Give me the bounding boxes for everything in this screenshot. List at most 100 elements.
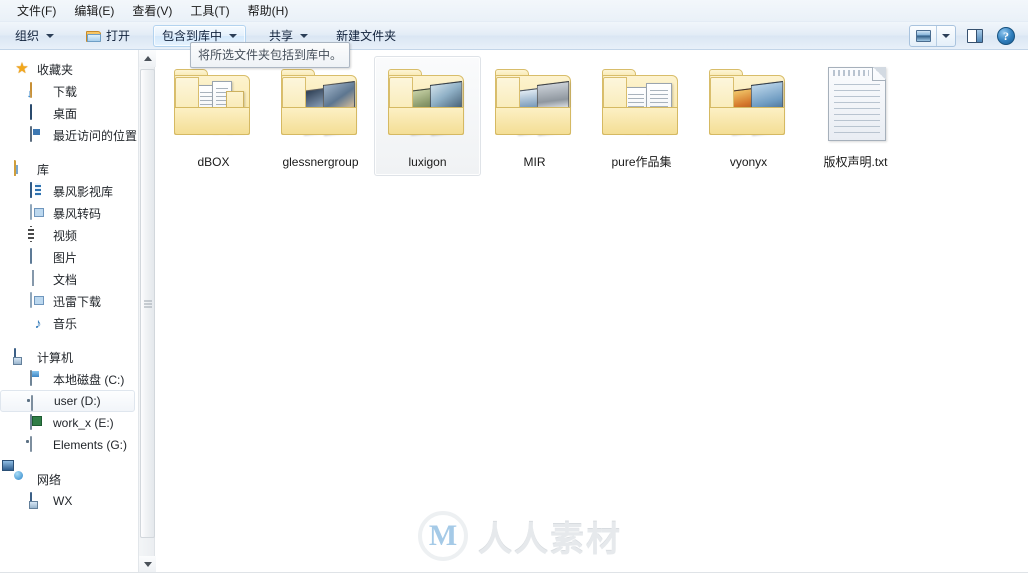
sidebar-group-computer[interactable]: 计算机 xyxy=(0,346,137,368)
view-mode-button[interactable] xyxy=(909,24,956,47)
folder-icon xyxy=(487,61,583,151)
file-item-dbox[interactable]: dBOX xyxy=(160,56,267,176)
sidebar-item-music[interactable]: ♪ 音乐 xyxy=(0,312,137,334)
sidebar-item-baofeng-transcode[interactable]: 暴风转码 xyxy=(0,202,137,224)
file-item-label: pure作品集 xyxy=(611,155,672,169)
sidebar-group-favorites[interactable]: ★ 收藏夹 xyxy=(0,58,137,80)
file-item-pure-portfolio[interactable]: pure作品集 xyxy=(588,56,695,176)
folder-icon xyxy=(273,61,369,151)
sidebar-item-documents[interactable]: 文档 xyxy=(0,268,137,290)
sidebar-item-label: 本地磁盘 (C:) xyxy=(53,372,125,387)
open-folder-icon xyxy=(86,29,102,43)
sidebar-item-label: 暴风影视库 xyxy=(53,184,114,199)
organize-label: 组织 xyxy=(15,29,40,43)
sidebar-item-desktop[interactable]: 桌面 xyxy=(0,102,137,124)
view-mode-dropdown[interactable] xyxy=(937,26,955,46)
sidebar-item-label: 音乐 xyxy=(53,316,78,331)
file-item-label: glessnergroup xyxy=(282,155,359,169)
help-button[interactable]: ? xyxy=(994,25,1018,47)
explorer-window: 文件(F) 编辑(E) 查看(V) 工具(T) 帮助(H) 组织 打开 包含到库… xyxy=(0,0,1028,573)
downloads-icon xyxy=(30,82,46,99)
folder-icon xyxy=(594,61,690,151)
menu-view[interactable]: 查看(V) xyxy=(123,1,181,21)
scroll-up-arrow-icon[interactable] xyxy=(139,50,156,67)
sidebar-item-label: 图片 xyxy=(53,250,78,265)
system-drive-icon xyxy=(30,370,46,387)
folder-icon xyxy=(380,61,476,151)
pictures-icon xyxy=(30,248,46,265)
drive-icon xyxy=(31,393,47,411)
menu-bar: 文件(F) 编辑(E) 查看(V) 工具(T) 帮助(H) xyxy=(0,0,1028,22)
preview-pane-icon xyxy=(967,28,983,43)
file-item-label: dBOX xyxy=(197,155,230,169)
sidebar-item-recent-places[interactable]: 最近访问的位置 xyxy=(0,124,137,146)
sidebar-item-local-disk-c[interactable]: 本地磁盘 (C:) xyxy=(0,368,137,390)
file-item-copyright-txt[interactable]: 版权声明.txt xyxy=(802,56,909,176)
sidebar-item-label: WX xyxy=(53,494,73,508)
thunder-download-icon xyxy=(30,292,46,309)
file-item-mir[interactable]: MIR xyxy=(481,56,588,176)
menu-tools[interactable]: 工具(T) xyxy=(181,1,238,21)
sidebar-item-videos[interactable]: 视频 xyxy=(0,224,137,246)
sidebar-group-network[interactable]: 网络 xyxy=(0,468,137,490)
open-label: 打开 xyxy=(106,29,131,43)
library-folder-icon xyxy=(14,160,30,177)
navigation-pane: ★ 收藏夹 下载 桌面 最近访问的位置 库 xyxy=(0,50,137,573)
view-mode-icon-slot[interactable] xyxy=(910,26,936,46)
sidebar-item-pictures[interactable]: 图片 xyxy=(0,246,137,268)
file-item-luxigon[interactable]: luxigon xyxy=(374,56,481,176)
toolbar: 组织 打开 包含到库中 共享 新建文件夹 ? xyxy=(0,22,1028,50)
chevron-down-icon xyxy=(229,33,238,38)
sidebar-item-downloads[interactable]: 下载 xyxy=(0,80,137,102)
scrollbar-grip-icon xyxy=(143,300,152,307)
sidebar-item-label: work_x (E:) xyxy=(53,416,114,430)
organize-button[interactable]: 组织 xyxy=(6,25,63,47)
transcode-icon xyxy=(30,204,46,221)
file-item-vyonyx[interactable]: vyonyx xyxy=(695,56,802,176)
sidebar-group-label: 网络 xyxy=(37,472,62,487)
music-note-icon: ♪ xyxy=(34,315,42,331)
file-item-label: 版权声明.txt xyxy=(823,155,888,169)
body-area: ★ 收藏夹 下载 桌面 最近访问的位置 库 xyxy=(0,50,1028,573)
recent-places-icon xyxy=(30,126,46,143)
film-icon xyxy=(30,226,46,243)
sidebar-item-thunder-download[interactable]: 迅雷下载 xyxy=(0,290,137,312)
sidebar-item-label: 视频 xyxy=(53,228,78,243)
menu-help[interactable]: 帮助(H) xyxy=(239,1,298,21)
drive-green-icon xyxy=(30,414,46,431)
file-item-glessnergroup[interactable]: glessnergroup xyxy=(267,56,374,176)
scrollbar-thumb[interactable] xyxy=(140,69,155,538)
documents-icon xyxy=(30,270,46,287)
star-icon: ★ xyxy=(15,60,29,77)
computer-icon xyxy=(14,348,30,365)
sidebar-item-label: 文档 xyxy=(53,272,78,287)
file-item-label: luxigon xyxy=(408,155,447,169)
sidebar-group-label: 计算机 xyxy=(37,350,74,365)
scroll-down-arrow-icon[interactable] xyxy=(139,556,156,573)
menu-edit[interactable]: 编辑(E) xyxy=(65,1,123,21)
file-list-pane[interactable]: dBOX glessnergroup luxigon MIR pure作品集 v… xyxy=(156,50,1028,573)
preview-pane-button[interactable] xyxy=(962,25,988,47)
folder-icon xyxy=(166,61,262,151)
file-item-label: vyonyx xyxy=(729,155,768,169)
sidebar-item-label: 桌面 xyxy=(53,106,78,121)
sidebar-item-baofeng-video-library[interactable]: 暴风影视库 xyxy=(0,180,137,202)
sidebar-group-label: 收藏夹 xyxy=(37,62,74,77)
sidebar-item-user-d[interactable]: user (D:) xyxy=(0,390,135,412)
sidebar-item-wx[interactable]: WX xyxy=(0,490,137,512)
sidebar-item-label: 暴风转码 xyxy=(53,206,102,221)
menu-file[interactable]: 文件(F) xyxy=(8,1,65,21)
folder-icon xyxy=(701,61,797,151)
sidebar-item-elements-g[interactable]: Elements (G:) xyxy=(0,434,137,456)
navigation-pane-scrollbar[interactable] xyxy=(138,50,156,573)
file-grid: dBOX glessnergroup luxigon MIR pure作品集 v… xyxy=(156,50,1028,182)
open-button[interactable]: 打开 xyxy=(77,25,139,47)
sidebar-item-work-x-e[interactable]: work_x (E:) xyxy=(0,412,137,434)
chevron-down-icon xyxy=(300,33,309,38)
picture-view-icon xyxy=(915,29,931,42)
chevron-down-icon xyxy=(46,33,55,38)
tooltip: 将所选文件夹包括到库中。 xyxy=(190,42,351,68)
sidebar-item-label: Elements (G:) xyxy=(53,438,128,452)
sidebar-group-libraries[interactable]: 库 xyxy=(0,158,137,180)
